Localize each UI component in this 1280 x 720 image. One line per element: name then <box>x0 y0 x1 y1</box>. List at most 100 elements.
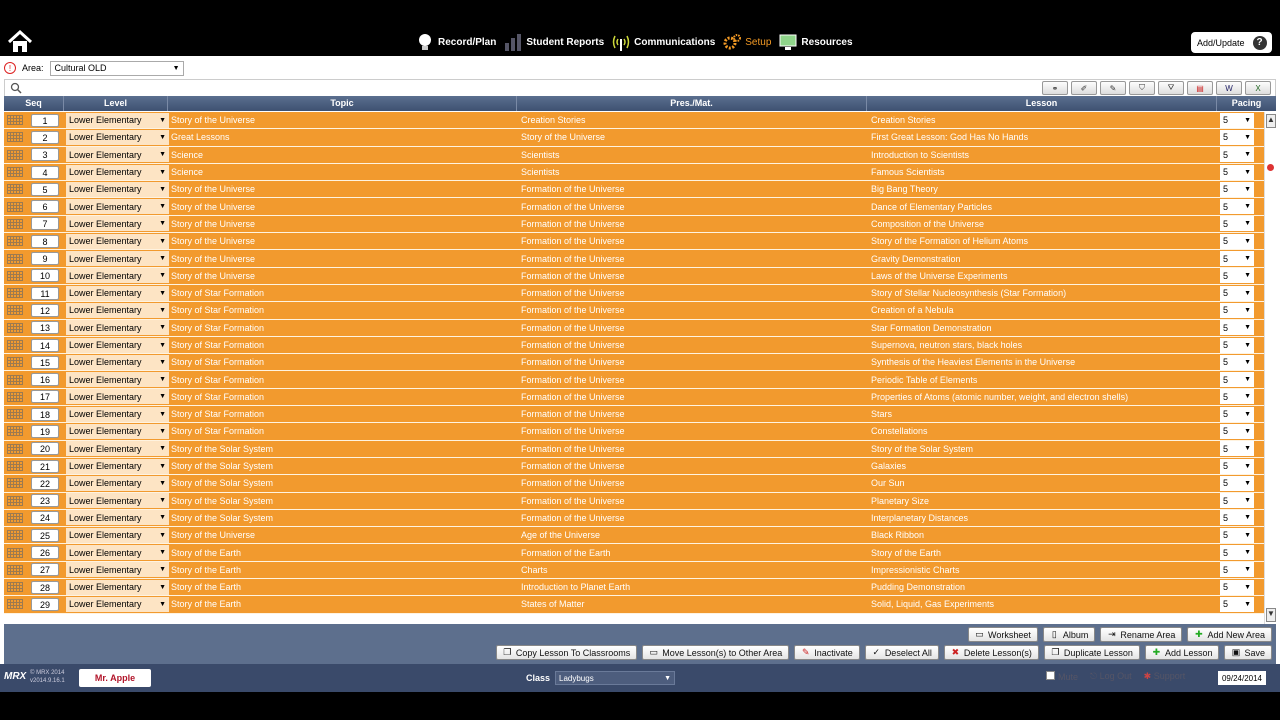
pacing-select[interactable]: 5 ▼ <box>1220 372 1254 388</box>
pres-mat-cell[interactable]: Scientists <box>519 150 869 160</box>
topic-cell[interactable]: Story of the Solar System <box>169 496 519 506</box>
table-row[interactable]: 16 Lower Elementary ▼ Story of Star Formati… <box>4 371 1264 389</box>
pacing-select[interactable]: 5 ▼ <box>1220 268 1254 284</box>
level-select[interactable]: Lower Elementary ▼ <box>66 285 169 301</box>
topic-cell[interactable]: Story of Star Formation <box>169 288 519 298</box>
level-select[interactable]: Lower Elementary ▼ <box>66 268 169 284</box>
pacing-select[interactable]: 5 ▼ <box>1220 423 1254 439</box>
pacing-select[interactable]: 5 ▼ <box>1220 251 1254 267</box>
lesson-cell[interactable]: Laws of the Universe Experiments <box>869 271 1219 281</box>
pres-mat-cell[interactable]: Introduction to Planet Earth <box>519 582 869 592</box>
table-row[interactable]: 7 Lower Elementary ▼ Story of the Universe F… <box>4 215 1264 234</box>
header-pacing[interactable]: Pacing <box>1217 96 1276 111</box>
pres-mat-cell[interactable]: Age of the Universe <box>519 530 869 540</box>
worksheet-button[interactable]: ▭ Worksheet <box>968 627 1038 642</box>
lesson-cell[interactable]: Pudding Demonstration <box>869 582 1219 592</box>
drag-handle-icon[interactable] <box>4 475 26 492</box>
drag-handle-icon[interactable] <box>4 423 26 440</box>
seq-input[interactable]: 19 <box>31 424 59 438</box>
level-select[interactable]: Lower Elementary ▼ <box>66 112 169 128</box>
pres-mat-cell[interactable]: Formation of the Universe <box>519 236 869 246</box>
seq-input[interactable]: 23 <box>31 494 59 508</box>
lesson-cell[interactable]: Properties of Atoms (atomic number, weig… <box>869 392 1219 402</box>
mute-checkbox[interactable] <box>1046 671 1055 680</box>
lesson-cell[interactable]: Periodic Table of Elements <box>869 375 1219 385</box>
level-select[interactable]: Lower Elementary ▼ <box>66 510 169 526</box>
pres-mat-cell[interactable]: Formation of the Universe <box>519 426 869 436</box>
pacing-select[interactable]: 5 ▼ <box>1220 389 1254 405</box>
table-row[interactable]: 25 Lower Elementary ▼ Story of the Universe… <box>4 527 1264 545</box>
pacing-select[interactable]: 5 ▼ <box>1220 493 1254 509</box>
topic-cell[interactable]: Story of Star Formation <box>169 409 519 419</box>
pacing-select[interactable]: 5 ▼ <box>1220 475 1254 491</box>
lesson-cell[interactable]: Gravity Demonstration <box>869 254 1219 264</box>
pres-mat-cell[interactable]: Story of the Universe <box>519 132 869 142</box>
pacing-select[interactable]: 5 ▼ <box>1220 181 1254 197</box>
pacing-select[interactable]: 5 ▼ <box>1220 458 1254 474</box>
table-row[interactable]: 20 Lower Elementary ▼ Story of the Solar Sy… <box>4 440 1264 458</box>
pacing-select[interactable]: 5 ▼ <box>1220 337 1254 353</box>
lesson-cell[interactable]: Solid, Liquid, Gas Experiments <box>869 599 1219 609</box>
table-row[interactable]: 22 Lower Elementary ▼ Story of the Solar Sy… <box>4 475 1264 493</box>
lesson-cell[interactable]: Star Formation Demonstration <box>869 323 1219 333</box>
pres-mat-cell[interactable]: Scientists <box>519 167 869 177</box>
drag-handle-icon[interactable] <box>4 129 26 146</box>
level-select[interactable]: Lower Elementary ▼ <box>66 527 169 543</box>
topic-cell[interactable]: Story of the Universe <box>169 271 519 281</box>
lesson-cell[interactable]: Dance of Elementary Particles <box>869 202 1219 212</box>
level-select[interactable]: Lower Elementary ▼ <box>66 216 169 232</box>
level-select[interactable]: Lower Elementary ▼ <box>66 129 169 145</box>
drag-handle-icon[interactable] <box>4 440 26 457</box>
drag-handle-icon[interactable] <box>4 544 26 561</box>
lesson-cell[interactable]: Big Bang Theory <box>869 184 1219 194</box>
table-row[interactable]: 4 Lower Elementary ▼ Science Scientists Famou… <box>4 163 1264 182</box>
pres-mat-cell[interactable]: Formation of the Universe <box>519 202 869 212</box>
inactivate-button[interactable]: ✎ Inactivate <box>794 645 860 660</box>
level-select[interactable]: Lower Elementary ▼ <box>66 493 169 509</box>
level-select[interactable]: Lower Elementary ▼ <box>66 579 169 595</box>
pres-mat-cell[interactable]: Charts <box>519 565 869 575</box>
topic-cell[interactable]: Story of the Earth <box>169 548 519 558</box>
seq-input[interactable]: 3 <box>31 148 59 162</box>
drag-handle-icon[interactable] <box>4 336 26 354</box>
word-icon[interactable]: W <box>1216 81 1242 95</box>
pres-mat-cell[interactable]: Formation of the Universe <box>519 444 869 454</box>
home-icon[interactable] <box>6 29 34 54</box>
pacing-select[interactable]: 5 ▼ <box>1220 129 1254 145</box>
pres-mat-cell[interactable]: Formation of the Universe <box>519 392 869 402</box>
table-row[interactable]: 11 Lower Elementary ▼ Story of Star Formati… <box>4 284 1264 303</box>
move-lessons-button[interactable]: ▭ Move Lesson(s) to Other Area <box>642 645 790 660</box>
pacing-select[interactable]: 5 ▼ <box>1220 510 1254 526</box>
nav-resources[interactable]: Resources <box>779 33 853 51</box>
drag-handle-icon[interactable] <box>4 527 26 544</box>
seq-input[interactable]: 20 <box>31 442 59 456</box>
table-row[interactable]: 12 Lower Elementary ▼ Story of Star Formati… <box>4 302 1264 320</box>
pacing-select[interactable]: 5 ▼ <box>1220 112 1254 128</box>
lesson-cell[interactable]: Composition of the Universe <box>869 219 1219 229</box>
topic-cell[interactable]: Story of the Solar System <box>169 513 519 523</box>
logout-link[interactable]: ⎋ Log Out <box>1090 671 1132 682</box>
drag-handle-icon[interactable] <box>4 406 26 423</box>
topic-cell[interactable]: Story of the Universe <box>169 254 519 264</box>
topic-cell[interactable]: Story of the Universe <box>169 219 519 229</box>
drag-handle-icon[interactable] <box>4 233 26 250</box>
table-row[interactable]: 14 Lower Elementary ▼ Story of Star Formati… <box>4 336 1264 355</box>
seq-input[interactable]: 6 <box>31 200 59 214</box>
pacing-select[interactable]: 5 ▼ <box>1220 199 1254 215</box>
add-update-button[interactable]: Add/Update ? <box>1191 32 1272 53</box>
pacing-select[interactable]: 5 ▼ <box>1220 527 1254 543</box>
drag-handle-icon[interactable] <box>4 509 26 527</box>
lesson-cell[interactable]: Planetary Size <box>869 496 1219 506</box>
pdf-icon[interactable]: ▤ <box>1187 81 1213 95</box>
pacing-select[interactable]: 5 ▼ <box>1220 596 1254 612</box>
seq-input[interactable]: 11 <box>31 286 59 300</box>
seq-input[interactable]: 24 <box>31 511 59 525</box>
topic-cell[interactable]: Story of the Universe <box>169 236 519 246</box>
pres-mat-cell[interactable]: Formation of the Universe <box>519 288 869 298</box>
seq-input[interactable]: 10 <box>31 269 59 283</box>
topic-cell[interactable]: Science <box>169 150 519 160</box>
table-row[interactable]: 27 Lower Elementary ▼ Story of the Earth Cha… <box>4 561 1264 580</box>
lesson-cell[interactable]: Synthesis of the Heaviest Elements in th… <box>869 357 1219 367</box>
topic-cell[interactable]: Story of the Solar System <box>169 461 519 471</box>
table-row[interactable]: 17 Lower Elementary ▼ Story of Star Formati… <box>4 388 1264 407</box>
